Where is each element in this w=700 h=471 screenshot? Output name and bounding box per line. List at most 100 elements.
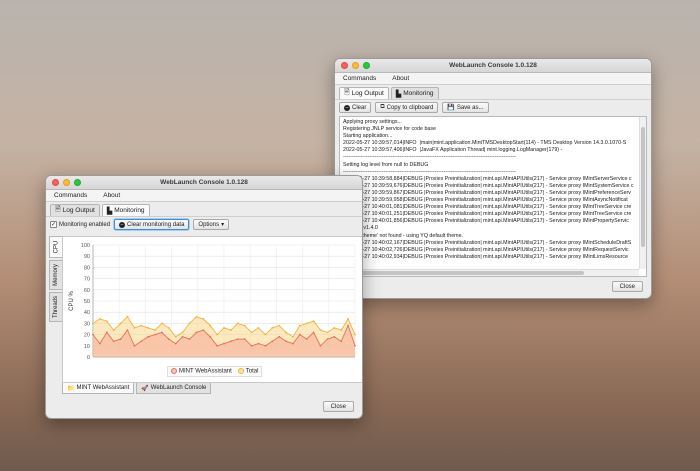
data-point-total <box>250 331 253 334</box>
menubar: Commands About <box>46 190 362 202</box>
options-label: Options <box>198 221 220 228</box>
side-tab-cpu[interactable]: CPU <box>49 236 62 258</box>
data-point-total <box>92 322 94 325</box>
horizontal-scrollbar[interactable] <box>340 269 639 276</box>
tab-log-output[interactable]: 🗎 Log Output <box>339 87 389 99</box>
data-point-total <box>278 324 281 327</box>
scroll-thumb[interactable] <box>641 127 645 247</box>
bar-chart-icon: ▙ <box>395 90 402 98</box>
options-dropdown[interactable]: Options ▾ <box>193 219 230 230</box>
copy-icon: ⧉ <box>380 104 385 110</box>
data-point-total <box>216 333 219 336</box>
legend-label: MINT WebAssistant <box>179 368 232 375</box>
close-window-icon[interactable] <box>341 62 348 69</box>
data-point-total <box>264 333 267 336</box>
zoom-window-icon[interactable] <box>363 62 370 69</box>
data-point-mint <box>257 342 260 345</box>
minimize-window-icon[interactable] <box>63 179 70 186</box>
close-label: Close <box>330 403 346 410</box>
log-line: 2022-05-27 10:40:02,726|DEBUG |Proxies P… <box>343 246 629 253</box>
tab-monitoring[interactable]: ▙ Monitoring <box>101 204 150 216</box>
tab-monitoring[interactable]: ▙ Monitoring <box>390 87 439 99</box>
console-window: WebLaunch Console 1.0.128 Commands About… <box>334 58 652 299</box>
data-point-total <box>312 320 315 323</box>
data-point-total <box>298 324 301 327</box>
y-axis-label: CPU % <box>69 291 75 311</box>
monitor-titlebar[interactable]: WebLaunch Console 1.0.128 <box>46 176 362 190</box>
legend-label: Total <box>245 368 259 375</box>
copy-to-clipboard-button[interactable]: ⧉ Copy to clipboard <box>375 102 439 113</box>
menu-about[interactable]: About <box>103 190 120 201</box>
log-line: Applying proxy settings... <box>343 119 402 125</box>
data-point-mint <box>326 338 329 340</box>
zoom-window-icon[interactable] <box>74 179 81 186</box>
data-point-total <box>209 324 212 327</box>
document-icon: 🗎 <box>55 206 61 213</box>
tab-label: Log Output <box>351 90 384 97</box>
data-point-mint <box>292 342 294 345</box>
side-tab-bar: CPU Memory Threads <box>49 236 62 324</box>
data-point-mint <box>285 340 287 343</box>
data-point-mint <box>126 329 129 331</box>
data-point-mint <box>230 340 232 343</box>
data-point-mint <box>99 342 101 345</box>
tab-log-output[interactable]: 🗎 Log Output <box>50 204 100 216</box>
bar-chart-icon: ▙ <box>106 207 113 215</box>
window-title: WebLaunch Console 1.0.128 <box>449 62 537 69</box>
monitor-toolbar: ✓ Monitoring enabled – Clear monitoring … <box>46 216 362 232</box>
data-point-mint <box>112 340 115 343</box>
log-output-area[interactable]: Applying proxy settings... Registering JN… <box>339 116 647 277</box>
tab-bar: 🗎 Log Output ▙ Monitoring <box>46 202 362 216</box>
scroll-thumb[interactable] <box>344 271 584 275</box>
log-line: 2022-05-27 10:39:57,406|INFO |JavaFX App… <box>343 147 563 154</box>
console-titlebar[interactable]: WebLaunch Console 1.0.128 <box>335 59 651 73</box>
data-point-mint <box>174 342 177 345</box>
tab-label: Log Output <box>62 207 95 214</box>
close-window-icon[interactable] <box>52 179 59 186</box>
monitoring-enabled-checkbox[interactable]: ✓ Monitoring enabled <box>50 221 110 228</box>
clear-monitoring-button[interactable]: – Clear monitoring data <box>114 219 190 230</box>
monitoring-enabled-label: Monitoring enabled <box>59 221 111 228</box>
clear-button[interactable]: – Clear <box>339 102 372 113</box>
data-point-mint <box>340 340 343 343</box>
side-tab-label: Memory <box>53 264 60 286</box>
vertical-scrollbar[interactable] <box>639 117 646 269</box>
side-tab-memory[interactable]: Memory <box>49 260 62 290</box>
checkmark-icon: ✓ <box>50 221 57 228</box>
minimize-window-icon[interactable] <box>352 62 359 69</box>
log-line: 'Default.theme' not found - using YQ def… <box>343 232 463 239</box>
tab-mint-webassistant[interactable]: 📁 MINT WebAssistant <box>62 383 135 394</box>
log-line: 2022-05-27 10:40:02,167|DEBUG |Proxies P… <box>343 239 632 246</box>
data-point-total <box>236 322 239 325</box>
data-point-mint <box>298 333 301 336</box>
y-tick-label: 90 <box>84 254 90 260</box>
clear-icon: – <box>344 104 350 111</box>
side-tab-threads[interactable]: Threads <box>49 292 62 322</box>
log-line: 2022-05-27 10:39:59,867|DEBUG |Proxies P… <box>343 189 631 196</box>
tab-weblaunch-console[interactable]: 🚀 WebLaunch Console <box>136 383 212 394</box>
log-line: ----------------------------------------… <box>343 154 516 161</box>
menu-about[interactable]: About <box>392 73 409 84</box>
data-point-total <box>292 335 294 338</box>
log-line: 2022-05-27 10:40:01,856|DEBUG |Proxies P… <box>343 218 629 225</box>
data-point-total <box>147 327 150 329</box>
data-point-mint <box>347 324 349 327</box>
data-point-mint <box>278 335 281 338</box>
save-as-button[interactable]: 💾 Save as... <box>442 102 489 113</box>
data-point-total <box>354 333 356 336</box>
legend-item-mint: MINT WebAssistant <box>171 368 232 375</box>
close-button[interactable]: Close <box>611 281 643 292</box>
y-tick-label: 10 <box>84 344 90 350</box>
close-button[interactable]: Close <box>322 401 354 412</box>
log-line: Setting log level from null to DEBUG <box>343 161 429 168</box>
data-point-total <box>140 324 143 327</box>
data-point-total <box>112 329 115 331</box>
data-point-mint <box>92 333 94 336</box>
menu-commands[interactable]: Commands <box>54 190 87 201</box>
data-point-mint <box>236 338 239 340</box>
data-point-mint <box>188 338 191 340</box>
menu-commands[interactable]: Commands <box>343 73 376 84</box>
data-point-total <box>223 327 225 329</box>
data-point-total <box>340 329 343 331</box>
log-line: 2022-05-27 10:39:59,958|DEBUG |Proxies P… <box>343 197 628 204</box>
